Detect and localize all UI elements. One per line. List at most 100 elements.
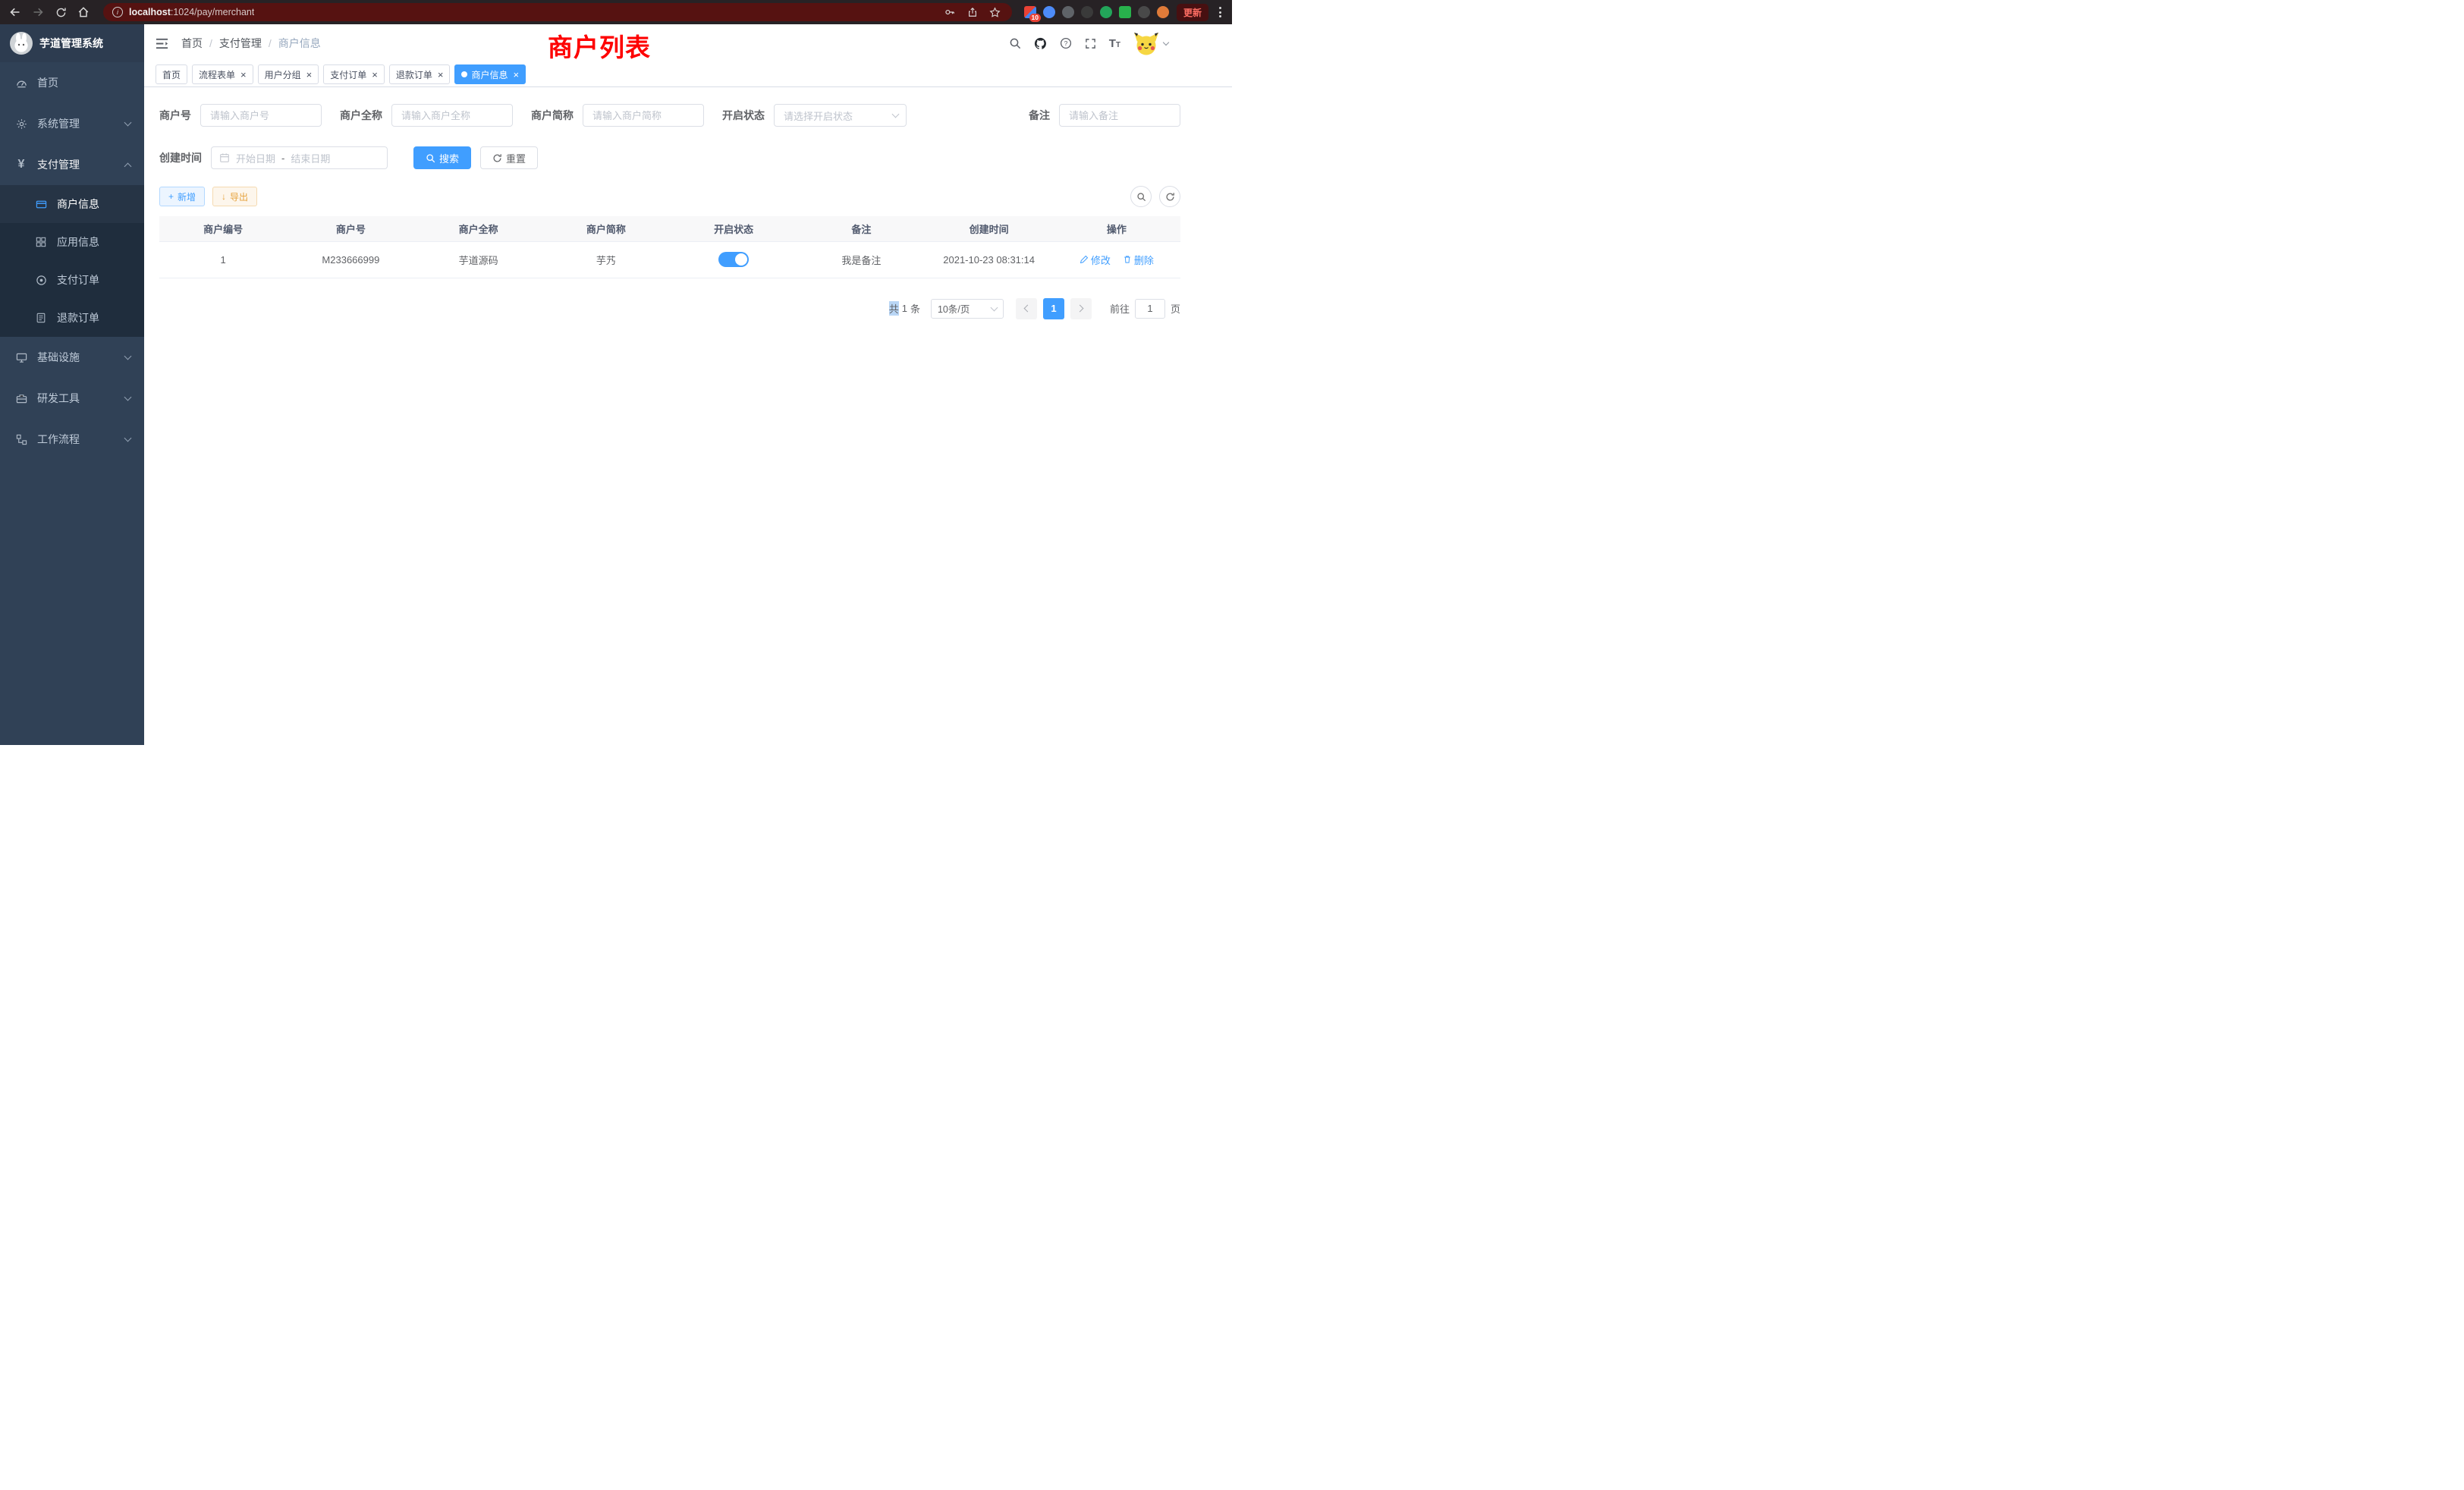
close-icon[interactable]: ×	[438, 70, 444, 80]
short-name-input[interactable]	[583, 104, 704, 127]
close-icon[interactable]: ×	[513, 70, 519, 80]
address-bar[interactable]: i localhost:1024/pay/merchant	[103, 3, 1012, 21]
reload-button[interactable]	[53, 5, 68, 20]
close-icon[interactable]: ×	[306, 70, 313, 80]
extension-icon[interactable]	[1043, 6, 1055, 18]
reset-button-label: 重置	[506, 151, 526, 165]
logo-avatar	[10, 32, 33, 55]
dashboard-icon	[12, 77, 30, 89]
col-remark: 备注	[797, 216, 925, 241]
close-icon[interactable]: ×	[372, 70, 378, 80]
chevron-down-icon	[892, 111, 900, 118]
tab-merchant-info[interactable]: 商户信息×	[454, 64, 526, 84]
col-status: 开启状态	[670, 216, 797, 241]
tab-home[interactable]: 首页	[156, 64, 187, 84]
filter-label: 商户号	[159, 108, 191, 123]
content: 商户号 商户全称 商户简称 开启状态 请选择开启状态	[144, 87, 1232, 745]
prev-page-button[interactable]	[1016, 298, 1037, 319]
tab-refund-order[interactable]: 退款订单 ×	[389, 64, 451, 84]
sidebar-item-label: 应用信息	[57, 234, 99, 250]
full-name-input[interactable]	[391, 104, 513, 127]
sidebar-item-label: 系统管理	[37, 116, 80, 131]
delete-link[interactable]: 删除	[1123, 253, 1154, 267]
home-button[interactable]	[76, 5, 91, 20]
extensions-icon[interactable]: 10	[1024, 6, 1036, 18]
extension-icon[interactable]	[1100, 6, 1112, 18]
merchant-table: 商户编号 商户号 商户全称 商户简称 开启状态 备注 创建时间 操作 1	[159, 216, 1180, 278]
plus-icon: +	[168, 191, 174, 202]
sidebar-item-home[interactable]: 首页	[0, 62, 144, 103]
user-avatar-dropdown[interactable]	[1133, 31, 1168, 55]
page-number-1[interactable]: 1	[1043, 298, 1064, 319]
github-icon[interactable]	[1034, 37, 1047, 50]
delete-label: 删除	[1134, 253, 1154, 267]
reset-button[interactable]: 重置	[480, 146, 538, 169]
goto-page-input[interactable]	[1135, 299, 1165, 319]
sidebar-item-dev-tools[interactable]: 研发工具	[0, 378, 144, 419]
password-key-icon[interactable]	[942, 5, 957, 20]
merchant-no-input[interactable]	[200, 104, 322, 127]
tab-label: 用户分组	[265, 68, 301, 81]
sidebar-item-label: 研发工具	[37, 391, 80, 406]
extension-badge: 10	[1029, 14, 1041, 22]
tab-user-group[interactable]: 用户分组 ×	[258, 64, 319, 84]
sidebar-item-workflow[interactable]: 工作流程	[0, 419, 144, 460]
create-time-range-picker[interactable]: 开始日期 - 结束日期	[211, 146, 388, 169]
export-button[interactable]: ↓ 导出	[212, 187, 257, 206]
active-dot	[461, 71, 467, 77]
font-size-icon[interactable]: TT	[1109, 37, 1120, 50]
add-button[interactable]: + 新增	[159, 187, 205, 206]
extension-icon[interactable]	[1119, 6, 1131, 18]
tab-label: 首页	[162, 68, 181, 81]
chevron-down-icon	[991, 303, 998, 311]
bookmark-star-icon[interactable]	[988, 5, 1003, 20]
tab-label: 退款订单	[396, 68, 432, 81]
sidebar-item-infrastructure[interactable]: 基础设施	[0, 337, 144, 378]
page-size-select[interactable]: 10条/页	[931, 299, 1004, 319]
sidebar-item-payment[interactable]: ¥ 支付管理	[0, 144, 144, 185]
sidebar-item-merchant-info[interactable]: 商户信息	[0, 185, 144, 223]
status-toggle[interactable]	[718, 252, 749, 267]
toggle-search-button[interactable]	[1130, 186, 1152, 207]
search-form-row-1: 商户号 商户全称 商户简称 开启状态 请选择开启状态	[159, 104, 1180, 127]
sidebar-item-refund-order[interactable]: 退款订单	[0, 299, 144, 337]
sidebar-item-label: 基础设施	[37, 350, 80, 365]
search-icon[interactable]	[1009, 37, 1021, 49]
filter-label: 开启状态	[722, 108, 765, 123]
browser-profile-avatar[interactable]	[1157, 6, 1169, 18]
extension-icon[interactable]	[1062, 6, 1074, 18]
remark-input[interactable]	[1059, 104, 1180, 127]
cell-short-name: 芋艿	[542, 241, 670, 278]
status-select[interactable]: 请选择开启状态	[774, 104, 907, 127]
sidebar-item-system[interactable]: 系统管理	[0, 103, 144, 144]
help-icon[interactable]: ?	[1060, 37, 1072, 49]
app-logo[interactable]: 芋道管理系统	[0, 24, 144, 62]
fullscreen-icon[interactable]	[1085, 38, 1096, 49]
sidebar-item-pay-order[interactable]: 支付订单	[0, 261, 144, 299]
breadcrumb-payment[interactable]: 支付管理	[219, 36, 262, 51]
breadcrumb-home[interactable]: 首页	[181, 36, 203, 51]
browser-update-button[interactable]: 更新	[1177, 4, 1208, 21]
extension-icon[interactable]	[1081, 6, 1093, 18]
sidebar-item-label: 首页	[37, 75, 58, 90]
next-page-button[interactable]	[1070, 298, 1092, 319]
svg-text:?: ?	[1064, 39, 1067, 47]
refresh-table-button[interactable]	[1159, 186, 1180, 207]
sidebar-item-app-info[interactable]: 应用信息	[0, 223, 144, 261]
site-info-icon[interactable]: i	[112, 7, 123, 17]
add-button-label: 新增	[178, 190, 196, 203]
sidebar-collapse-button[interactable]	[155, 37, 169, 50]
extension-icon[interactable]	[1138, 6, 1150, 18]
tab-process-form[interactable]: 流程表单×	[192, 64, 253, 84]
filter-remark: 备注	[1029, 104, 1180, 127]
browser-menu-icon[interactable]	[1216, 7, 1224, 17]
col-merchant-no: 商户号	[287, 216, 414, 241]
filter-status: 开启状态 请选择开启状态	[722, 104, 907, 127]
forward-button[interactable]	[30, 5, 46, 20]
tab-pay-order[interactable]: 支付订单×	[323, 64, 385, 84]
search-button[interactable]: 搜索	[413, 146, 471, 169]
back-button[interactable]	[8, 5, 23, 20]
edit-link[interactable]: 修改	[1080, 253, 1111, 267]
close-icon[interactable]: ×	[240, 70, 247, 80]
share-icon[interactable]	[965, 5, 980, 20]
